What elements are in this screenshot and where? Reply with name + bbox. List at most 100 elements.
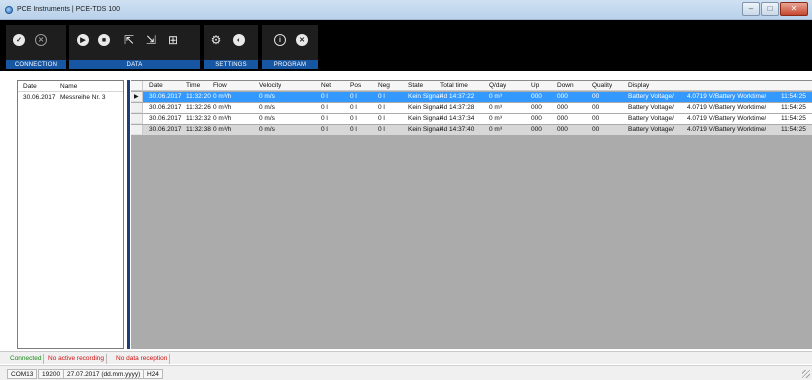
row-header[interactable]: [131, 125, 143, 135]
column-header-total-time[interactable]: Total time: [440, 81, 468, 91]
import-button[interactable]: ⇲: [143, 32, 159, 48]
cell-display-time: 11:54:25: [781, 115, 806, 122]
com-port: COM13: [7, 369, 38, 379]
stop-icon: ■: [98, 34, 110, 46]
close-window-button[interactable]: ✕: [780, 2, 808, 16]
column-header-flow[interactable]: Flow: [213, 81, 227, 91]
column-header-name[interactable]: Name: [56, 83, 123, 90]
settings-label: SETTINGS: [204, 60, 258, 69]
series-list-item[interactable]: 30.06.2017 Messreihe Nr. 3: [18, 92, 123, 102]
settings-group: ⚙ ◐ SETTINGS: [204, 25, 258, 69]
cell-display-voltage: Battery Voltage/: [628, 93, 674, 100]
resize-grip[interactable]: [802, 370, 810, 378]
check-icon: ✓: [13, 34, 25, 46]
cell-neg: 0 l: [378, 115, 385, 122]
connection-status: Connected: [8, 354, 45, 364]
cell-display-voltage: Battery Voltage/: [628, 104, 674, 111]
cell-display-worktime: 4.0719 V/Battery Worktime/: [687, 93, 767, 100]
settings-button[interactable]: ⚙: [208, 32, 224, 48]
cell-display-time: 11:54:25: [781, 126, 806, 133]
cell-down: 000: [557, 93, 568, 100]
info-button[interactable]: i: [272, 32, 288, 48]
connect-button[interactable]: ✓: [11, 32, 27, 48]
cell-up: 000: [531, 126, 542, 133]
cell-flow: 0 m³/h: [213, 104, 232, 111]
cell-date: 30.06.2017: [149, 93, 182, 100]
window-title: PCE Instruments | PCE-TDS 100: [17, 6, 120, 13]
reception-status: No data reception: [114, 354, 171, 364]
column-header-net[interactable]: Net: [321, 81, 331, 91]
cell-time: 11:32:32: [186, 115, 211, 122]
cell-total-time: 4d 14:37:40: [440, 126, 475, 133]
column-header-date[interactable]: Date: [149, 81, 163, 91]
globe-icon: ◐: [233, 34, 245, 46]
column-header-quality[interactable]: Quality: [592, 81, 612, 91]
cell-state: Kein Signal: [408, 115, 441, 122]
column-header-pos[interactable]: Pos: [350, 81, 361, 91]
column-header-q-day[interactable]: Q/day: [489, 81, 506, 91]
column-header-up[interactable]: Up: [531, 81, 539, 91]
shelf-icon: ⊞: [167, 33, 179, 47]
cell-neg: 0 l: [378, 93, 385, 100]
table-row[interactable]: 30.06.2017 11:32:26 0 m³/h 0 m/s 0 l 0 l 0 l Ke…: [131, 103, 812, 113]
cell-display-time: 11:54:25: [781, 104, 806, 111]
maximize-button[interactable]: □: [761, 2, 779, 16]
cell-neg: 0 l: [378, 126, 385, 133]
export-icon: ⇱: [123, 33, 135, 47]
measurement-grid: Date Time Flow Velocity Net Pos Neg Stat…: [131, 80, 812, 349]
cell-flow: 0 m³/h: [213, 126, 232, 133]
cell-time: 11:32:38: [186, 126, 211, 133]
export-button[interactable]: ⇱: [121, 32, 137, 48]
column-header-neg[interactable]: Neg: [378, 81, 390, 91]
cell-display-worktime: 4.0719 V/Battery Worktime/: [687, 126, 767, 133]
title-bar: PCE Instruments | PCE-TDS 100 – □ ✕: [0, 0, 812, 20]
cell-display-worktime: 4.0719 V/Battery Worktime/: [687, 115, 767, 122]
row-header[interactable]: ▶: [131, 92, 143, 102]
table-row[interactable]: 30.06.2017 11:32:32 0 m³/h 0 m/s 0 l 0 l 0 l Ke…: [131, 114, 812, 124]
cell-down: 000: [557, 126, 568, 133]
status-bar: Connected No active recording No data re…: [0, 351, 812, 364]
info-bar: COM13 19200 27.07.2017 (dd.mm.yyyy) H24: [0, 365, 812, 380]
language-button[interactable]: ◐: [231, 32, 247, 48]
ribbon-toolbar: ✓ ✕ CONNECTION ▶ ■ ⇱ ⇲ ⊞ DATA ⚙ ◐ SETTIN…: [0, 20, 812, 71]
disconnect-button[interactable]: ✕: [33, 32, 49, 48]
column-header-display[interactable]: Display: [628, 81, 649, 91]
cell-flow: 0 m³/h: [213, 93, 232, 100]
cell-time: 11:32:20: [186, 93, 211, 100]
cell-down: 000: [557, 115, 568, 122]
cell-velocity: 0 m/s: [259, 104, 275, 111]
cell-q-day: 0 m³: [489, 126, 502, 133]
baud-rate: 19200: [38, 369, 65, 379]
cell-display-voltage: Battery Voltage/: [628, 115, 674, 122]
column-header-time[interactable]: Time: [186, 81, 200, 91]
archive-button[interactable]: ⊞: [165, 32, 181, 48]
cell-velocity: 0 m/s: [259, 115, 275, 122]
row-header[interactable]: [131, 114, 143, 124]
cell-total-time: 4d 14:37:34: [440, 115, 475, 122]
column-header-down[interactable]: Down: [557, 81, 574, 91]
table-row[interactable]: ▶ 30.06.2017 11:32:20 0 m³/h 0 m/s 0 l 0 l 0 l K…: [131, 92, 812, 102]
data-group: ▶ ■ ⇱ ⇲ ⊞ DATA: [69, 25, 200, 69]
cell-state: Kein Signal: [408, 93, 441, 100]
column-header-velocity[interactable]: Velocity: [259, 81, 281, 91]
cell-pos: 0 l: [350, 115, 357, 122]
cell-quality: 00: [592, 115, 600, 122]
program-group: i ✕ PROGRAM: [262, 25, 318, 69]
exit-button[interactable]: ✕: [294, 32, 310, 48]
panel-splitter[interactable]: [127, 80, 130, 349]
clock-format: H24: [143, 369, 163, 379]
stop-button[interactable]: ■: [96, 32, 112, 48]
cell-pos: 0 l: [350, 126, 357, 133]
cell-up: 000: [531, 93, 542, 100]
start-button[interactable]: ▶: [75, 32, 91, 48]
table-row[interactable]: 30.06.2017 11:32:38 0 m³/h 0 m/s 0 l 0 l 0 l Ke…: [131, 125, 812, 135]
row-header[interactable]: [131, 103, 143, 113]
column-header-date[interactable]: Date: [18, 83, 56, 90]
column-header-state[interactable]: State: [408, 81, 423, 91]
cell-up: 000: [531, 104, 542, 111]
minimize-button[interactable]: –: [742, 2, 760, 16]
close-icon: ✕: [35, 34, 47, 46]
gear-icon: ⚙: [210, 33, 222, 47]
cell-state: Kein Signal: [408, 126, 441, 133]
exit-icon: ✕: [296, 34, 308, 46]
